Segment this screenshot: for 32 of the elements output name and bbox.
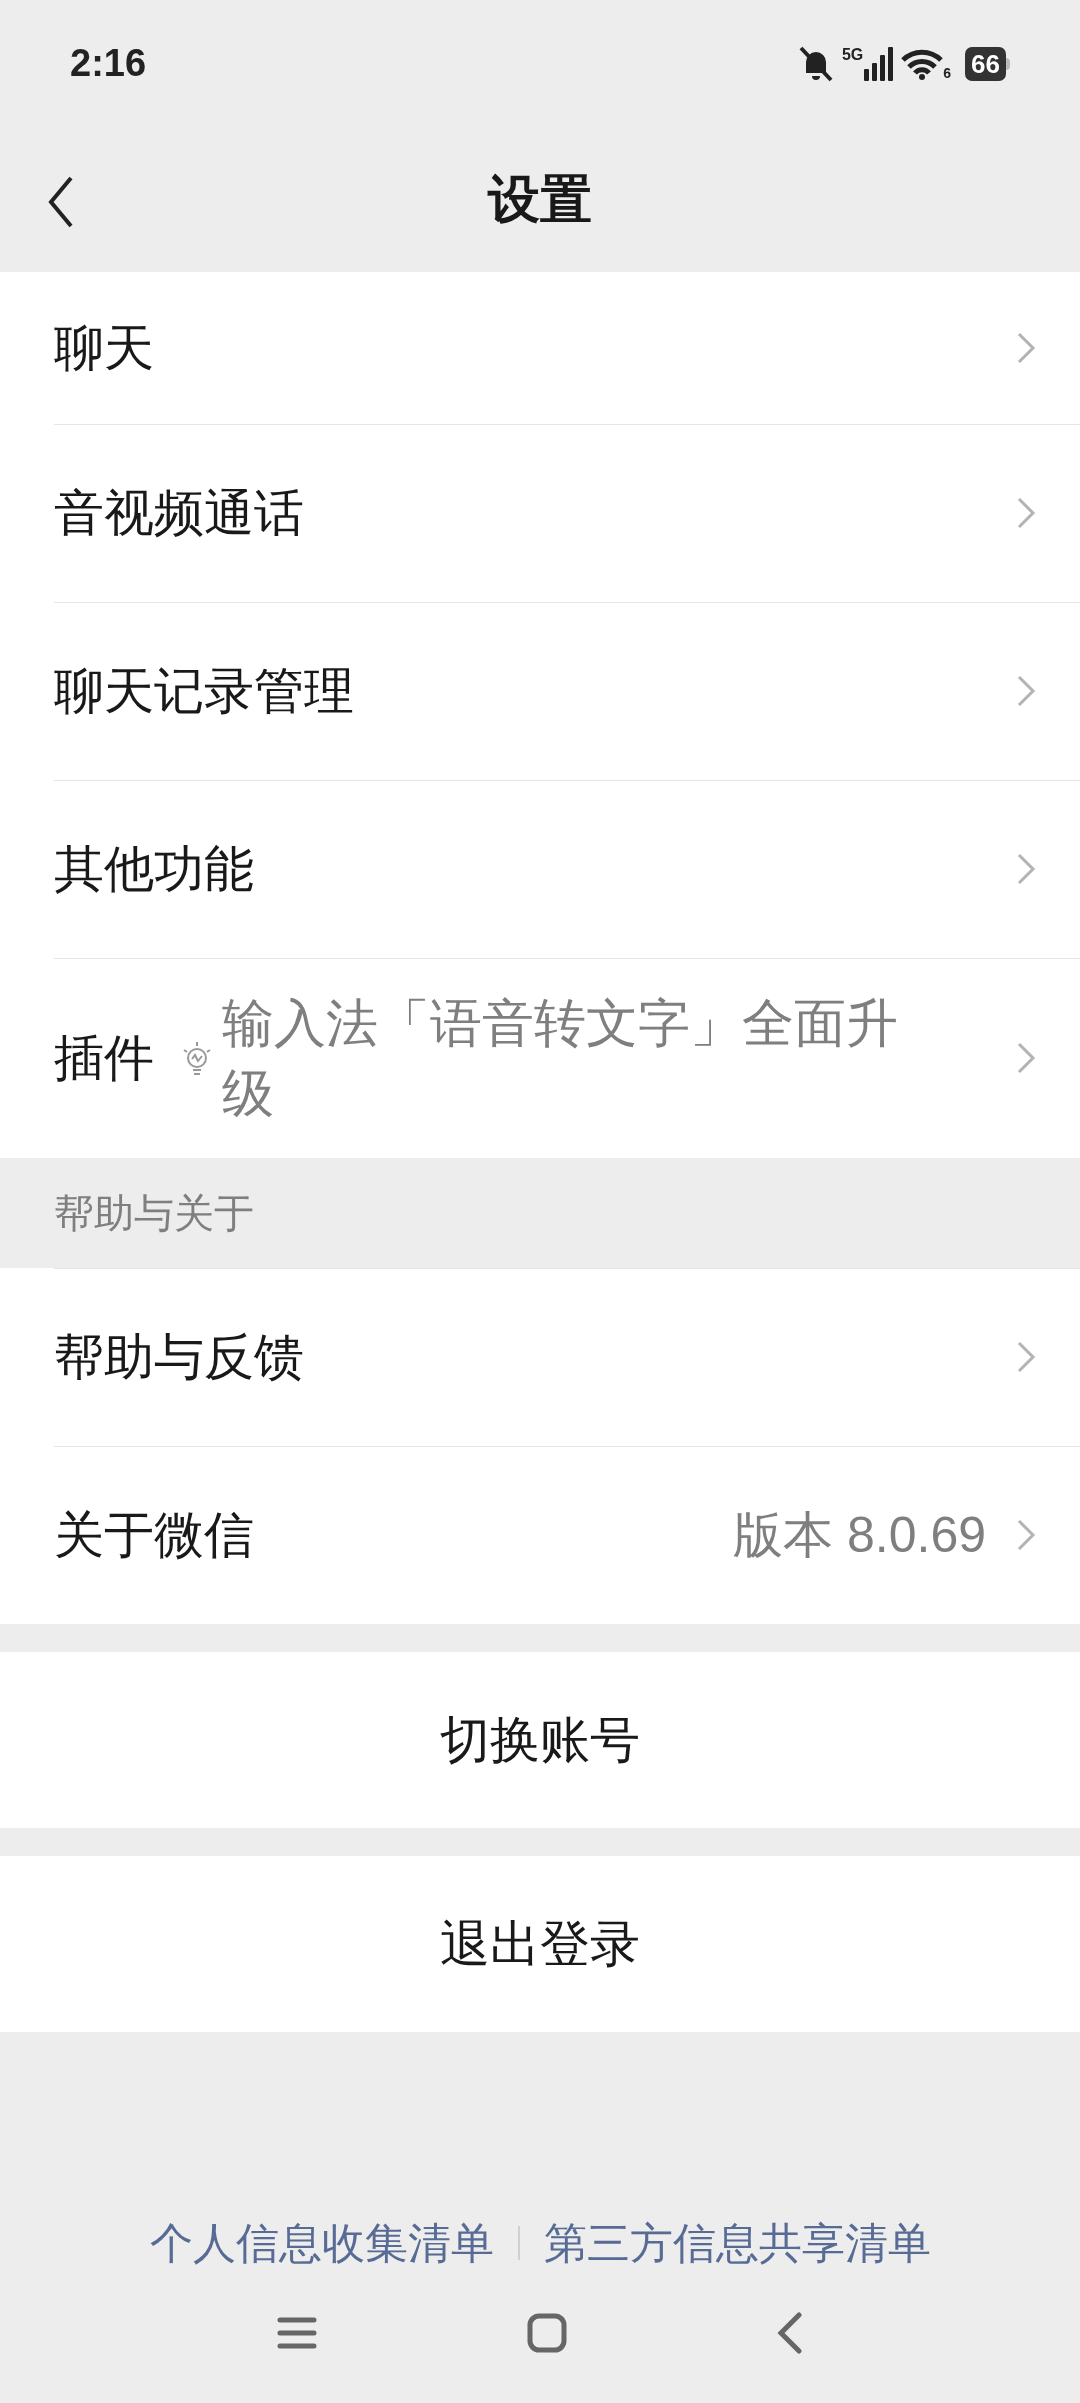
battery-level: 66 (965, 46, 1006, 81)
account-action-button[interactable]: 切换账号 (0, 1652, 1080, 1828)
network-type: 5G (841, 46, 864, 63)
setting-label[interactable]: 音视频通话 (54, 475, 304, 551)
signal-icon (863, 46, 894, 81)
page-title: 设置 (488, 168, 592, 230)
setting-label[interactable]: 关于微信 (54, 1497, 254, 1573)
chevron-right-icon (1016, 496, 1036, 530)
setting-label[interactable]: 插件 (54, 1020, 154, 1096)
chevron-right-icon (1016, 1340, 1036, 1374)
footer-link[interactable]: 第三方信息共享清单 (543, 2210, 931, 2276)
setting-label[interactable]: 聊天 (54, 310, 154, 386)
chevron-right-icon (1016, 1518, 1036, 1552)
home-icon[interactable] (527, 2313, 567, 2353)
chevron-right-icon (1016, 331, 1036, 365)
setting-label[interactable]: 帮助与反馈 (54, 1319, 304, 1395)
chevron-right-icon (1016, 1041, 1036, 1075)
wifi-icon (901, 47, 944, 80)
version-value: 版本 8.0.69 (733, 1505, 986, 1565)
plugin-note: 输入法「语音转文字」全面升级 (222, 993, 899, 1124)
footer-link[interactable]: 个人信息收集清单 (149, 2210, 494, 2276)
wifi-standard-label: 6 (943, 65, 952, 80)
bell-off-icon (797, 44, 834, 83)
setting-label[interactable]: 聊天记录管理 (54, 653, 354, 729)
menu-icon[interactable] (277, 2316, 317, 2350)
account-action-button[interactable]: 退出登录 (0, 1856, 1080, 2032)
section-heading: 帮助与关于 (54, 1190, 254, 1237)
chevron-right-icon (1016, 674, 1036, 708)
status-time: 2:16 (70, 41, 147, 86)
back-icon[interactable] (47, 175, 75, 229)
setting-label[interactable]: 其他功能 (54, 831, 254, 907)
chevron-right-icon (1016, 852, 1036, 886)
